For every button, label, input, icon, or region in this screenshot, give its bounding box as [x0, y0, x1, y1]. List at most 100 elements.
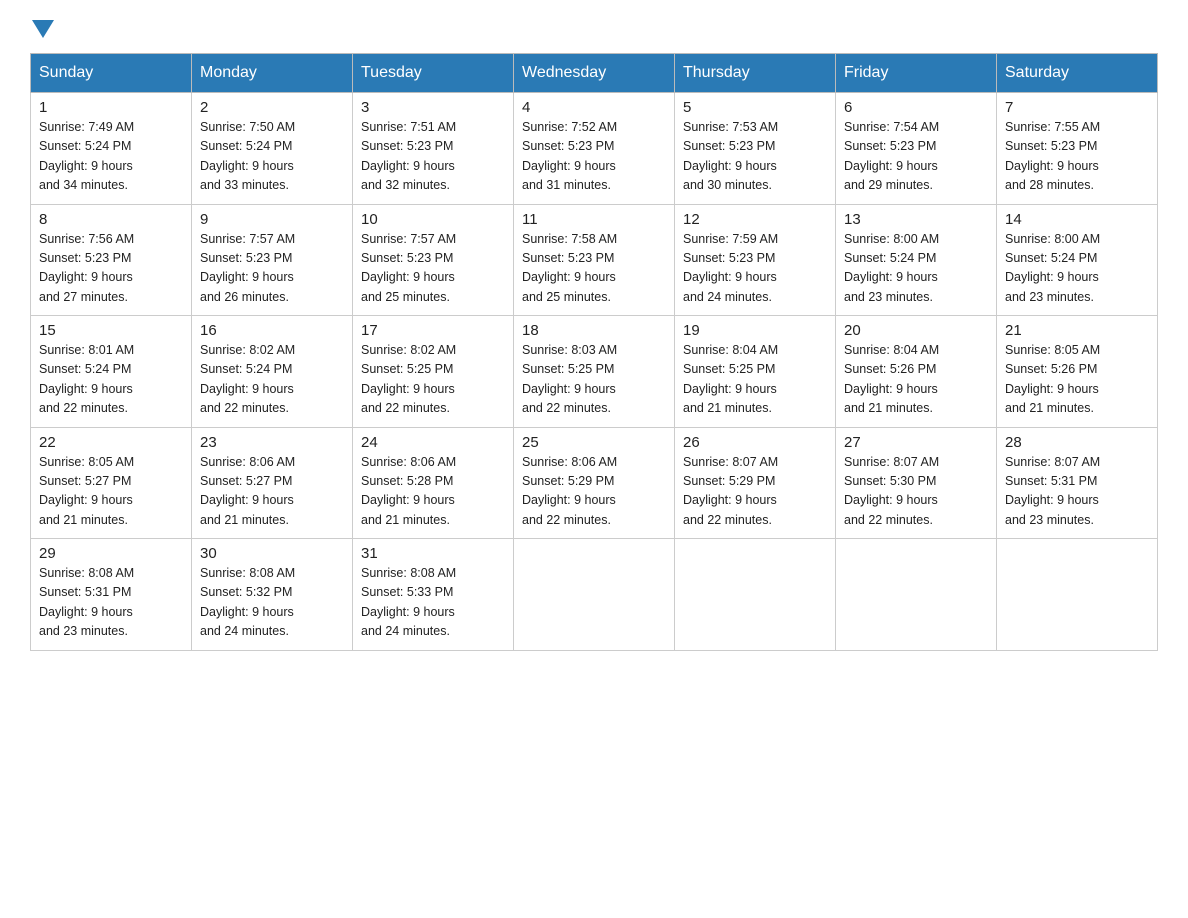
- day-info: Sunrise: 7:49 AMSunset: 5:24 PMDaylight:…: [39, 120, 134, 192]
- day-info: Sunrise: 7:58 AMSunset: 5:23 PMDaylight:…: [522, 232, 617, 304]
- weekday-header-wednesday: Wednesday: [514, 54, 675, 93]
- day-cell-13: 13 Sunrise: 8:00 AMSunset: 5:24 PMDaylig…: [836, 204, 997, 316]
- day-cell-5: 5 Sunrise: 7:53 AMSunset: 5:23 PMDayligh…: [675, 93, 836, 205]
- day-cell-14: 14 Sunrise: 8:00 AMSunset: 5:24 PMDaylig…: [997, 204, 1158, 316]
- day-number: 17: [361, 322, 505, 339]
- day-cell-19: 19 Sunrise: 8:04 AMSunset: 5:25 PMDaylig…: [675, 316, 836, 428]
- day-number: 27: [844, 434, 988, 451]
- day-number: 8: [39, 211, 183, 228]
- day-number: 31: [361, 545, 505, 562]
- day-number: 11: [522, 211, 666, 228]
- day-number: 4: [522, 99, 666, 116]
- day-number: 25: [522, 434, 666, 451]
- day-number: 28: [1005, 434, 1149, 451]
- day-info: Sunrise: 7:57 AMSunset: 5:23 PMDaylight:…: [361, 232, 456, 304]
- day-cell-4: 4 Sunrise: 7:52 AMSunset: 5:23 PMDayligh…: [514, 93, 675, 205]
- week-row-3: 15 Sunrise: 8:01 AMSunset: 5:24 PMDaylig…: [31, 316, 1158, 428]
- week-row-2: 8 Sunrise: 7:56 AMSunset: 5:23 PMDayligh…: [31, 204, 1158, 316]
- day-cell-11: 11 Sunrise: 7:58 AMSunset: 5:23 PMDaylig…: [514, 204, 675, 316]
- day-info: Sunrise: 8:07 AMSunset: 5:30 PMDaylight:…: [844, 455, 939, 527]
- day-info: Sunrise: 8:07 AMSunset: 5:29 PMDaylight:…: [683, 455, 778, 527]
- day-info: Sunrise: 8:02 AMSunset: 5:24 PMDaylight:…: [200, 343, 295, 415]
- day-info: Sunrise: 7:57 AMSunset: 5:23 PMDaylight:…: [200, 232, 295, 304]
- day-cell-26: 26 Sunrise: 8:07 AMSunset: 5:29 PMDaylig…: [675, 427, 836, 539]
- day-info: Sunrise: 8:06 AMSunset: 5:27 PMDaylight:…: [200, 455, 295, 527]
- day-cell-12: 12 Sunrise: 7:59 AMSunset: 5:23 PMDaylig…: [675, 204, 836, 316]
- empty-cell: [675, 539, 836, 651]
- day-cell-20: 20 Sunrise: 8:04 AMSunset: 5:26 PMDaylig…: [836, 316, 997, 428]
- day-number: 18: [522, 322, 666, 339]
- day-cell-9: 9 Sunrise: 7:57 AMSunset: 5:23 PMDayligh…: [192, 204, 353, 316]
- day-info: Sunrise: 8:07 AMSunset: 5:31 PMDaylight:…: [1005, 455, 1100, 527]
- day-number: 23: [200, 434, 344, 451]
- day-cell-8: 8 Sunrise: 7:56 AMSunset: 5:23 PMDayligh…: [31, 204, 192, 316]
- day-cell-7: 7 Sunrise: 7:55 AMSunset: 5:23 PMDayligh…: [997, 93, 1158, 205]
- day-info: Sunrise: 8:00 AMSunset: 5:24 PMDaylight:…: [844, 232, 939, 304]
- day-number: 21: [1005, 322, 1149, 339]
- day-number: 13: [844, 211, 988, 228]
- day-number: 1: [39, 99, 183, 116]
- day-info: Sunrise: 8:01 AMSunset: 5:24 PMDaylight:…: [39, 343, 134, 415]
- day-cell-10: 10 Sunrise: 7:57 AMSunset: 5:23 PMDaylig…: [353, 204, 514, 316]
- day-number: 29: [39, 545, 183, 562]
- day-info: Sunrise: 8:05 AMSunset: 5:26 PMDaylight:…: [1005, 343, 1100, 415]
- day-info: Sunrise: 8:03 AMSunset: 5:25 PMDaylight:…: [522, 343, 617, 415]
- day-number: 19: [683, 322, 827, 339]
- weekday-header-saturday: Saturday: [997, 54, 1158, 93]
- day-number: 30: [200, 545, 344, 562]
- day-cell-6: 6 Sunrise: 7:54 AMSunset: 5:23 PMDayligh…: [836, 93, 997, 205]
- day-cell-29: 29 Sunrise: 8:08 AMSunset: 5:31 PMDaylig…: [31, 539, 192, 651]
- weekday-header-sunday: Sunday: [31, 54, 192, 93]
- day-cell-15: 15 Sunrise: 8:01 AMSunset: 5:24 PMDaylig…: [31, 316, 192, 428]
- weekday-header-tuesday: Tuesday: [353, 54, 514, 93]
- day-number: 14: [1005, 211, 1149, 228]
- week-row-4: 22 Sunrise: 8:05 AMSunset: 5:27 PMDaylig…: [31, 427, 1158, 539]
- logo: [30, 20, 54, 35]
- day-info: Sunrise: 8:08 AMSunset: 5:33 PMDaylight:…: [361, 566, 456, 638]
- day-info: Sunrise: 8:08 AMSunset: 5:31 PMDaylight:…: [39, 566, 134, 638]
- empty-cell: [514, 539, 675, 651]
- weekday-header-row: SundayMondayTuesdayWednesdayThursdayFrid…: [31, 54, 1158, 93]
- empty-cell: [997, 539, 1158, 651]
- day-info: Sunrise: 8:04 AMSunset: 5:25 PMDaylight:…: [683, 343, 778, 415]
- day-info: Sunrise: 8:08 AMSunset: 5:32 PMDaylight:…: [200, 566, 295, 638]
- day-number: 20: [844, 322, 988, 339]
- day-cell-21: 21 Sunrise: 8:05 AMSunset: 5:26 PMDaylig…: [997, 316, 1158, 428]
- weekday-header-friday: Friday: [836, 54, 997, 93]
- day-number: 9: [200, 211, 344, 228]
- logo-triangle-icon: [32, 20, 54, 38]
- weekday-header-monday: Monday: [192, 54, 353, 93]
- day-number: 3: [361, 99, 505, 116]
- weekday-header-thursday: Thursday: [675, 54, 836, 93]
- day-info: Sunrise: 8:05 AMSunset: 5:27 PMDaylight:…: [39, 455, 134, 527]
- day-cell-24: 24 Sunrise: 8:06 AMSunset: 5:28 PMDaylig…: [353, 427, 514, 539]
- day-number: 26: [683, 434, 827, 451]
- day-info: Sunrise: 7:51 AMSunset: 5:23 PMDaylight:…: [361, 120, 456, 192]
- day-cell-17: 17 Sunrise: 8:02 AMSunset: 5:25 PMDaylig…: [353, 316, 514, 428]
- day-cell-23: 23 Sunrise: 8:06 AMSunset: 5:27 PMDaylig…: [192, 427, 353, 539]
- day-cell-27: 27 Sunrise: 8:07 AMSunset: 5:30 PMDaylig…: [836, 427, 997, 539]
- day-info: Sunrise: 8:02 AMSunset: 5:25 PMDaylight:…: [361, 343, 456, 415]
- day-number: 5: [683, 99, 827, 116]
- day-cell-25: 25 Sunrise: 8:06 AMSunset: 5:29 PMDaylig…: [514, 427, 675, 539]
- day-cell-22: 22 Sunrise: 8:05 AMSunset: 5:27 PMDaylig…: [31, 427, 192, 539]
- day-info: Sunrise: 7:54 AMSunset: 5:23 PMDaylight:…: [844, 120, 939, 192]
- day-info: Sunrise: 8:06 AMSunset: 5:29 PMDaylight:…: [522, 455, 617, 527]
- day-cell-3: 3 Sunrise: 7:51 AMSunset: 5:23 PMDayligh…: [353, 93, 514, 205]
- day-info: Sunrise: 7:59 AMSunset: 5:23 PMDaylight:…: [683, 232, 778, 304]
- page-header: [30, 20, 1158, 35]
- day-info: Sunrise: 8:04 AMSunset: 5:26 PMDaylight:…: [844, 343, 939, 415]
- day-info: Sunrise: 7:50 AMSunset: 5:24 PMDaylight:…: [200, 120, 295, 192]
- day-number: 6: [844, 99, 988, 116]
- day-info: Sunrise: 7:52 AMSunset: 5:23 PMDaylight:…: [522, 120, 617, 192]
- day-info: Sunrise: 8:00 AMSunset: 5:24 PMDaylight:…: [1005, 232, 1100, 304]
- day-info: Sunrise: 8:06 AMSunset: 5:28 PMDaylight:…: [361, 455, 456, 527]
- day-cell-30: 30 Sunrise: 8:08 AMSunset: 5:32 PMDaylig…: [192, 539, 353, 651]
- week-row-5: 29 Sunrise: 8:08 AMSunset: 5:31 PMDaylig…: [31, 539, 1158, 651]
- day-cell-18: 18 Sunrise: 8:03 AMSunset: 5:25 PMDaylig…: [514, 316, 675, 428]
- day-info: Sunrise: 7:53 AMSunset: 5:23 PMDaylight:…: [683, 120, 778, 192]
- day-cell-1: 1 Sunrise: 7:49 AMSunset: 5:24 PMDayligh…: [31, 93, 192, 205]
- day-cell-16: 16 Sunrise: 8:02 AMSunset: 5:24 PMDaylig…: [192, 316, 353, 428]
- day-number: 24: [361, 434, 505, 451]
- calendar-table: SundayMondayTuesdayWednesdayThursdayFrid…: [30, 53, 1158, 651]
